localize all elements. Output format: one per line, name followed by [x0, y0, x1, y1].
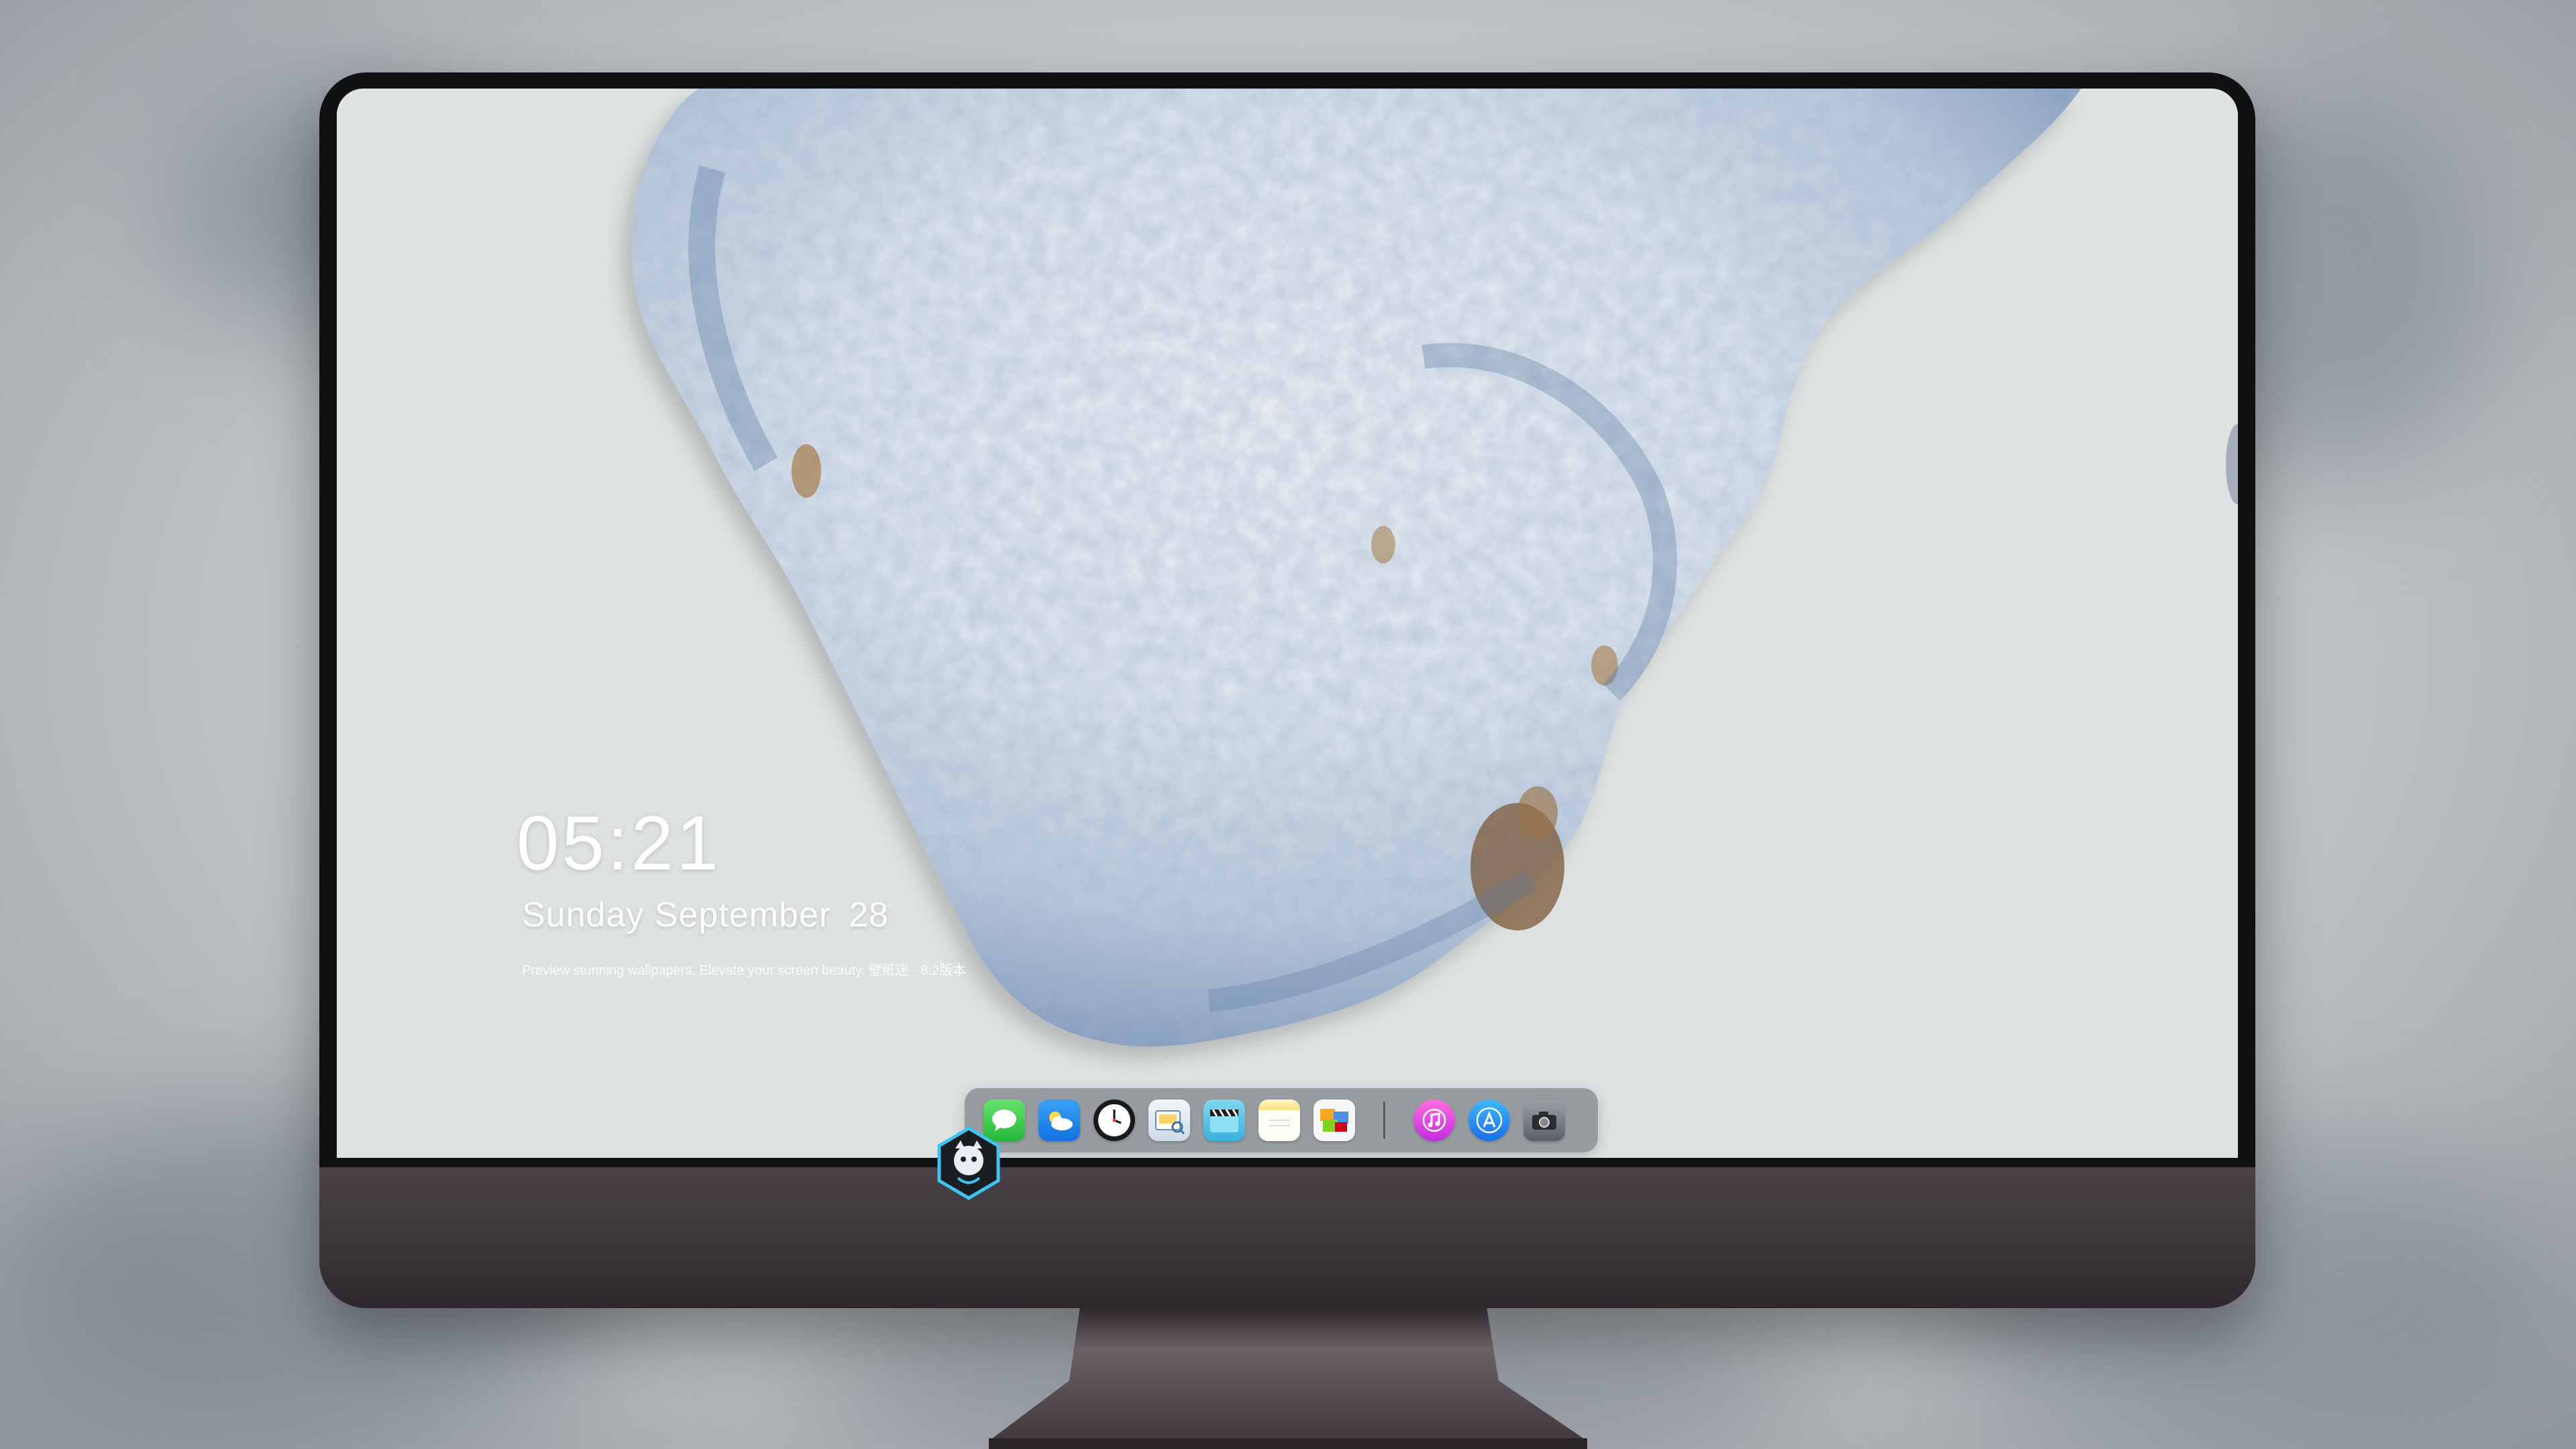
lock-time: 05:21 — [517, 801, 722, 886]
weather-icon[interactable] — [1038, 1099, 1080, 1141]
app-store-icon[interactable] — [1468, 1099, 1510, 1141]
wallpaper-relief-map — [337, 89, 2238, 1158]
video-clapper-icon[interactable] — [1203, 1099, 1245, 1141]
lock-date-day: 28 — [849, 896, 890, 934]
monitor-chin — [319, 1167, 2255, 1308]
lock-date: Sunday September 28 — [522, 895, 889, 935]
dock — [965, 1088, 1598, 1152]
lock-date-weekday-month: Sunday September — [522, 896, 832, 934]
monitor-stand — [989, 1307, 1587, 1449]
photos-icon[interactable] — [1313, 1099, 1355, 1141]
screen: 05:21 Sunday September 28 Preview stunnin… — [337, 89, 2238, 1158]
monitor: 05:21 Sunday September 28 Preview stunnin… — [319, 72, 2255, 1308]
notes-icon[interactable] — [1258, 1099, 1300, 1141]
dock-separator — [1383, 1102, 1385, 1139]
music-icon[interactable] — [1413, 1099, 1455, 1141]
lock-tagline: Preview stunning wallpapers. Elevate you… — [522, 963, 967, 978]
camera-icon[interactable] — [1523, 1099, 1565, 1141]
brand-logo-icon — [937, 1126, 1000, 1200]
preview-icon[interactable] — [1148, 1099, 1190, 1141]
clock-icon[interactable] — [1093, 1099, 1135, 1141]
